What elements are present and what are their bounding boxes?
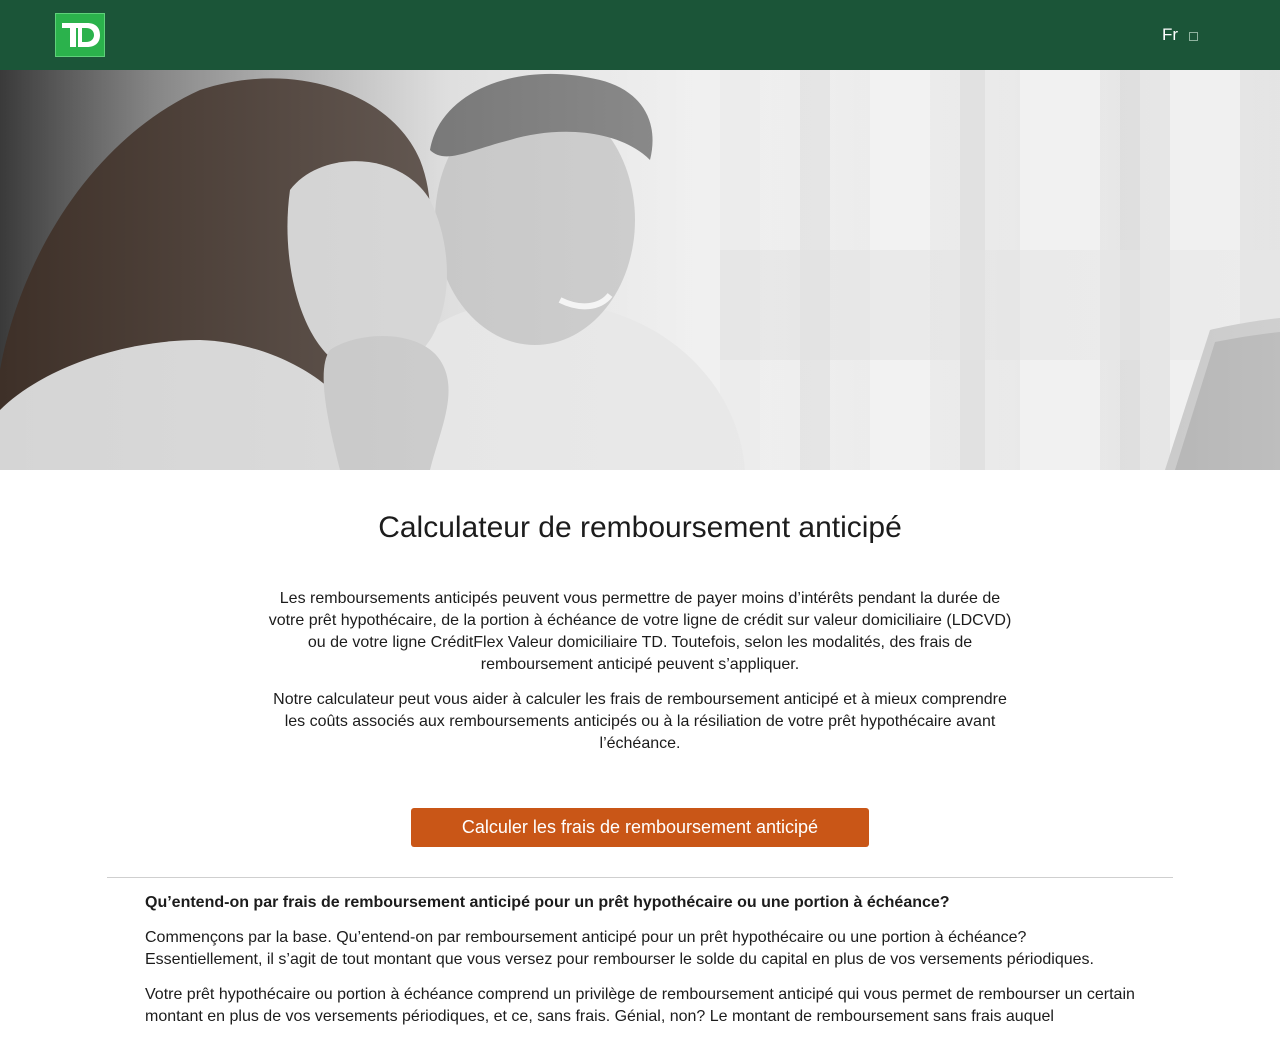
intro-paragraph-2: Notre calculateur peut vous aider à calc… [273, 691, 1007, 752]
td-logo-mark [62, 23, 100, 47]
language-toggle[interactable]: Fr [1162, 25, 1199, 45]
faq-heading: Qu’entend-on par frais de remboursement … [145, 894, 950, 911]
intro-paragraph-1: Les remboursements anticipés peuvent vou… [268, 590, 1012, 673]
faq-paragraph-2: Votre prêt hypothécaire ou portion à éch… [145, 986, 1135, 1025]
hero-photo [0, 70, 1280, 470]
section-divider [107, 877, 1173, 878]
page-title: Calculateur de remboursement anticipé [378, 511, 902, 544]
td-logo[interactable] [55, 13, 105, 57]
calculate-fees-button[interactable]: Calculer les frais de remboursement anti… [411, 808, 869, 847]
top-bar: Fr [0, 0, 1280, 70]
language-label[interactable]: Fr [1162, 25, 1178, 45]
intro-text: Les remboursements anticipés peuvent vou… [265, 588, 1015, 768]
faq-section: Qu’entend-on par frais de remboursement … [145, 892, 1135, 1041]
external-link-icon [1189, 32, 1199, 41]
faq-paragraph-1: Commençons par la base. Qu’entend-on par… [145, 929, 1094, 968]
hero-image [0, 70, 1280, 470]
